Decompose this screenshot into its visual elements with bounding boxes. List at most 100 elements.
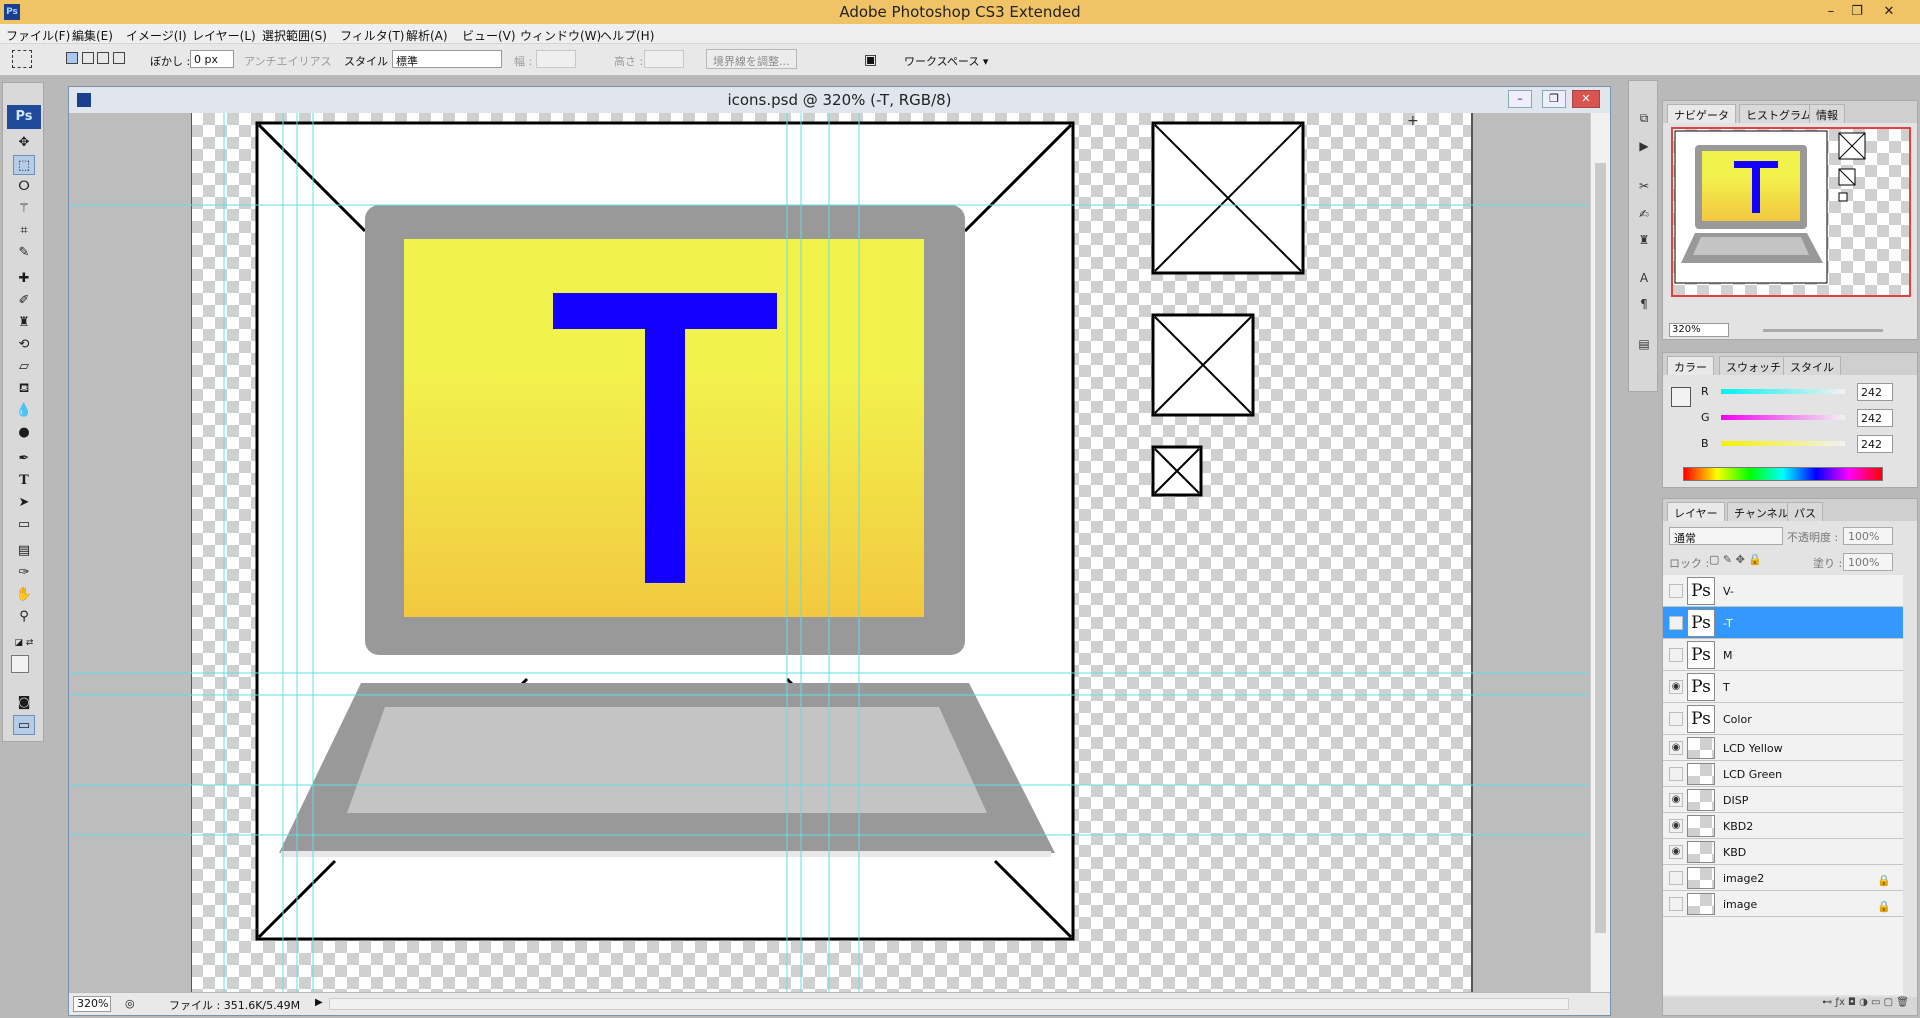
layers-footer-icons[interactable]: ⊷ ƒx ◘ ◑ ▭ ▢ 🗑 [1663,997,1917,1015]
hand-tool-icon[interactable]: ✋ [13,585,35,605]
layer-comps-panel-icon[interactable]: ▤ [1634,337,1654,355]
navigator-zoom-slider[interactable] [1763,329,1883,332]
doc-maximize-button[interactable]: ❐ [1542,90,1566,108]
layer-row[interactable]: Ps Color [1663,703,1903,735]
tab-styles[interactable]: スタイル [1783,356,1841,375]
channel-r-slider[interactable] [1721,389,1845,394]
close-button[interactable]: ✕ [1876,2,1902,22]
eyedropper-icon[interactable]: ✑ [13,563,35,583]
tab-color[interactable]: カラー [1667,356,1714,375]
blend-mode-select[interactable]: 通常 [1669,527,1783,545]
clone-source-panel-icon[interactable]: ♜ [1634,233,1654,251]
layer-row[interactable]: Ps -T [1663,607,1903,639]
style-select[interactable]: 標準 [392,50,502,68]
channel-g-value[interactable]: 242 [1857,409,1893,427]
notes-tool-icon[interactable]: ▤ [13,541,35,561]
minimize-button[interactable]: – [1818,2,1844,22]
move-tool-icon[interactable]: ✥ [13,133,35,153]
brush-tool-icon[interactable]: ✐ [13,291,35,311]
menu-file[interactable]: ファイル(F) [6,27,70,44]
tab-layers[interactable]: レイヤー [1667,502,1725,521]
clone-stamp-icon[interactable]: ♜ [13,313,35,333]
status-icon[interactable]: ◎ [125,997,135,1010]
tool-presets-icon[interactable]: ▣ [864,52,877,68]
foreground-color-swatch[interactable] [11,655,29,673]
channel-b-slider[interactable] [1721,441,1845,446]
shape-tool-icon[interactable]: ▭ [13,515,35,535]
antialias-checkbox[interactable]: アンチエイリアス [244,53,332,69]
restore-button[interactable]: ❐ [1844,2,1870,22]
height-input[interactable] [644,50,684,68]
tab-histogram[interactable]: ヒストグラム [1739,104,1819,123]
paint-bucket-icon[interactable]: ⛾ [13,379,35,399]
layer-visibility-eye-icon[interactable] [1669,712,1683,726]
layer-row[interactable]: ◉ Ps T [1663,671,1903,703]
lasso-tool-icon[interactable]: ⵔ [13,177,35,197]
layer-visibility-eye-icon[interactable]: ◉ [1669,819,1683,833]
layer-visibility-eye-icon[interactable] [1669,616,1683,630]
navigator-zoom-field[interactable]: 320% [1669,323,1729,337]
menu-layer[interactable]: レイヤー(L) [192,27,256,44]
layer-visibility-eye-icon[interactable]: ◉ [1669,845,1683,859]
paragraph-panel-icon[interactable]: ¶ [1634,297,1654,315]
layer-visibility-eye-icon[interactable] [1669,871,1683,885]
layer-row[interactable]: ◉ DISP [1663,787,1903,813]
menu-image[interactable]: イメージ(I) [126,27,187,44]
doc-close-button[interactable]: ✕ [1572,90,1600,108]
dodge-tool-icon[interactable]: ● [13,423,35,443]
zoom-field[interactable]: 320% [73,996,111,1012]
fill-field[interactable]: 100% [1843,553,1893,571]
menu-window[interactable]: ウィンドウ(W) [520,27,601,44]
layer-row[interactable]: image 🔒 [1663,891,1903,917]
type-tool-icon[interactable]: T [13,471,35,491]
layer-row[interactable]: ◉ KBD [1663,839,1903,865]
navigator-thumbnail[interactable] [1671,127,1911,297]
tool-presets-panel-icon[interactable]: ✂ [1634,179,1654,197]
screen-mode-icon[interactable]: ▭ [13,715,35,735]
menu-view[interactable]: ビュー(V) [462,27,516,44]
zoom-tool-icon[interactable]: ⚲ [13,607,35,627]
scrollbar-thumb[interactable] [1595,163,1606,933]
layer-visibility-eye-icon[interactable]: ◉ [1669,793,1683,807]
feather-input[interactable]: 0 px [190,50,234,68]
layer-visibility-eye-icon[interactable] [1669,584,1683,598]
crop-tool-icon[interactable]: ⌗ [13,221,35,241]
refine-edge-button[interactable]: 境界線を調整... [706,49,797,69]
pen-tool-icon[interactable]: ✒ [13,449,35,469]
brushes-panel-icon[interactable]: ✍ [1634,207,1654,225]
layer-visibility-eye-icon[interactable] [1669,897,1683,911]
layer-visibility-eye-icon[interactable] [1669,767,1683,781]
layer-row[interactable]: Ps M [1663,639,1903,671]
tab-paths[interactable]: パス [1787,502,1823,521]
character-panel-icon[interactable]: A [1634,271,1654,289]
tab-channels[interactable]: チャンネル [1727,502,1796,521]
actions-panel-icon[interactable]: ▶ [1634,139,1654,157]
menu-help[interactable]: ヘルプ(H) [600,27,654,44]
color-spectrum-bar[interactable] [1683,467,1883,481]
blur-tool-icon[interactable]: 💧 [13,401,35,421]
color-foreground-swatch[interactable] [1671,387,1691,407]
layer-row[interactable]: LCD Green [1663,761,1903,787]
marquee-tool-preset-icon[interactable] [12,50,32,68]
menu-filter[interactable]: フィルタ(T) [340,27,404,44]
marquee-tool-icon[interactable]: ⬚ [13,155,35,175]
tab-navigator[interactable]: ナビゲータ [1667,104,1736,123]
slice-tool-icon[interactable]: ✎ [13,243,35,263]
layer-visibility-eye-icon[interactable] [1669,648,1683,662]
layer-row[interactable]: image2 🔒 [1663,865,1903,891]
selection-mode-icons[interactable] [66,52,126,68]
menu-analysis[interactable]: 解析(A) [406,27,448,44]
doc-minimize-button[interactable]: – [1508,90,1532,108]
layer-row[interactable]: ◉ LCD Yellow [1663,735,1903,761]
channel-r-value[interactable]: 242 [1857,383,1893,401]
opacity-field[interactable]: 100% [1843,527,1893,545]
history-brush-icon[interactable]: ⟲ [13,335,35,355]
menu-select[interactable]: 選択範囲(S) [262,27,327,44]
tab-info[interactable]: 情報 [1809,104,1845,123]
eraser-tool-icon[interactable]: ▱ [13,357,35,377]
layer-visibility-eye-icon[interactable]: ◉ [1669,680,1683,694]
history-panel-icon[interactable]: ⧉ [1634,111,1654,129]
status-menu-arrow-icon[interactable]: ▶ [315,997,323,1008]
channel-b-value[interactable]: 242 [1857,435,1893,453]
layer-row[interactable]: ◉ KBD2 [1663,813,1903,839]
